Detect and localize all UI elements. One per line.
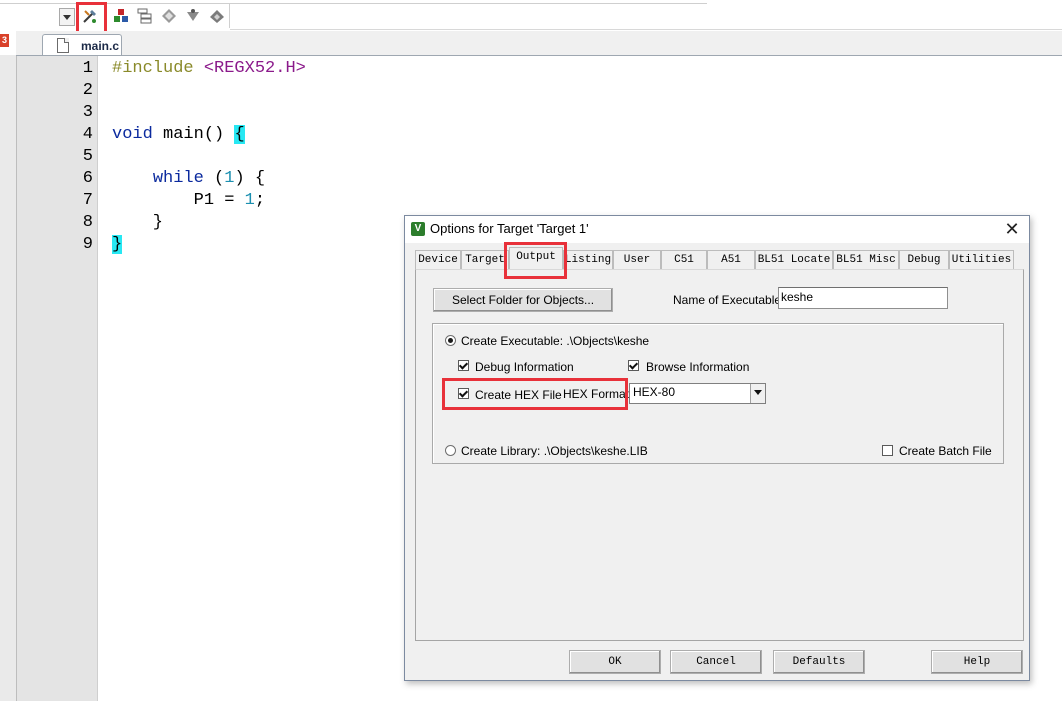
editor-tab-row: main.c (16, 31, 1062, 56)
number-literal: 1 (224, 169, 235, 188)
tab-device[interactable]: Device (415, 250, 461, 269)
help-button[interactable]: Help (931, 650, 1023, 674)
closing-brace: } (112, 213, 164, 232)
keyword-void: void (112, 125, 153, 144)
chevron-down-icon[interactable] (750, 384, 765, 403)
manage-components-button[interactable] (110, 5, 132, 27)
semicolon: ; (254, 191, 266, 210)
tab-user[interactable]: User (613, 250, 661, 269)
tab-utilities[interactable]: Utilities (949, 250, 1014, 269)
keil-logo-icon: V (411, 222, 425, 236)
keyword-while: while (152, 169, 204, 188)
event-button[interactable] (206, 5, 228, 27)
tab-target[interactable]: Target (461, 250, 509, 269)
create-executable-label: Create Executable: .\Objects\keshe (461, 334, 650, 348)
hex-format-label: HEX Format: (563, 387, 633, 401)
toolbar (0, 0, 1062, 32)
number-literal: 1 (244, 191, 255, 210)
create-executable-radio[interactable] (445, 335, 456, 346)
tab-c51[interactable]: C51 (661, 250, 707, 269)
options-for-target-button[interactable] (79, 5, 101, 27)
create-library-radio[interactable] (445, 445, 456, 456)
pack-installer-icon (162, 9, 176, 23)
options-for-target-dialog: V Options for Target 'Target 1' ✕ Device… (404, 215, 1030, 681)
tab-bl51-misc[interactable]: BL51 Misc (833, 250, 899, 269)
file-tab-label: main.c (81, 39, 120, 53)
line-number: 9 (82, 235, 93, 254)
create-hex-file-checkbox[interactable] (458, 388, 469, 399)
hex-format-select[interactable]: HEX-80 (629, 383, 766, 404)
browse-information-label: Browse Information (646, 360, 750, 374)
tab-a51[interactable]: A51 (707, 250, 755, 269)
create-batch-file-label: Create Batch File (899, 444, 992, 458)
code-line-7: P1 = 1; (112, 190, 265, 212)
dropdown-arrow-icon[interactable] (59, 8, 75, 26)
line-number: 5 (82, 147, 93, 166)
select-folder-button[interactable]: Select Folder for Objects... (433, 288, 613, 312)
environment-button[interactable] (182, 5, 204, 27)
close-icon[interactable]: ✕ (1001, 218, 1023, 240)
while-open: ( (203, 169, 225, 188)
assignment: P1 = (193, 191, 245, 210)
debug-information-label: Debug Information (475, 360, 574, 374)
output-tab-panel: Select Folder for Objects... Name of Exe… (415, 269, 1024, 641)
code-line-9: } (112, 234, 123, 256)
manage-components-icon (114, 9, 128, 22)
hex-format-value: HEX-80 (633, 385, 676, 399)
toolbar-separator (229, 4, 230, 28)
line-number: 3 (82, 103, 93, 122)
environment-icon (187, 9, 199, 21)
code-line-1: #include <REGX52.H> (112, 58, 306, 80)
project-panel-edge (0, 55, 17, 701)
tab-listing[interactable]: Listing (563, 250, 613, 269)
output-options-group: Create Executable: .\Objects\keshe Debug… (432, 323, 1004, 464)
function-signature: main() (152, 125, 235, 144)
matched-brace-close: } (112, 235, 123, 254)
select-packs-icon (137, 8, 152, 24)
tab-debug[interactable]: Debug (899, 250, 949, 269)
create-batch-file-checkbox[interactable] (882, 445, 893, 456)
cancel-button[interactable]: Cancel (670, 650, 762, 674)
code-line-8: } (112, 212, 163, 234)
line-number: 1 (82, 59, 93, 78)
line-number: 6 (82, 169, 93, 188)
dialog-tabs: Device Target Output Listing User C51 A5… (415, 247, 1017, 270)
line-number: 7 (82, 191, 93, 210)
file-icon (57, 38, 69, 53)
select-packs-button[interactable] (134, 5, 156, 27)
event-icon (210, 10, 224, 23)
side-marker: 3 (0, 34, 9, 47)
include-header: <REGX52.H> (203, 59, 306, 78)
tab-bl51-locate[interactable]: BL51 Locate (755, 250, 833, 269)
code-line-6: while (1) { (112, 168, 265, 190)
code-line-4: void main() { (112, 124, 245, 146)
dialog-title: Options for Target 'Target 1' (430, 221, 589, 236)
tab-output[interactable]: Output (509, 247, 563, 270)
defaults-button[interactable]: Defaults (773, 650, 865, 674)
browse-information-checkbox[interactable] (628, 360, 639, 371)
line-number: 8 (82, 213, 93, 232)
dialog-titlebar[interactable]: V Options for Target 'Target 1' ✕ (405, 216, 1029, 243)
line-number: 2 (82, 81, 93, 100)
create-library-label: Create Library: .\Objects\keshe.LIB (461, 444, 648, 458)
toolbar-divider (230, 29, 1062, 30)
line-number-gutter: 1 2 3 4 5 6 7 8 9 (17, 56, 97, 701)
debug-information-checkbox[interactable] (458, 360, 469, 371)
line-number: 4 (82, 125, 93, 144)
create-hex-file-label: Create HEX File (475, 388, 562, 402)
pack-installer-button[interactable] (158, 5, 180, 27)
preprocessor-directive: #include (112, 59, 194, 78)
name-of-executable-label: Name of Executable: (673, 293, 785, 307)
options-for-target-icon (83, 10, 96, 23)
while-close: ) { (234, 169, 266, 188)
file-tab-main-c[interactable]: main.c (42, 34, 122, 55)
toolbar-frame (0, 0, 707, 4)
matched-brace-open: { (234, 125, 245, 144)
name-of-executable-input[interactable]: keshe (778, 287, 948, 309)
ok-button[interactable]: OK (569, 650, 661, 674)
